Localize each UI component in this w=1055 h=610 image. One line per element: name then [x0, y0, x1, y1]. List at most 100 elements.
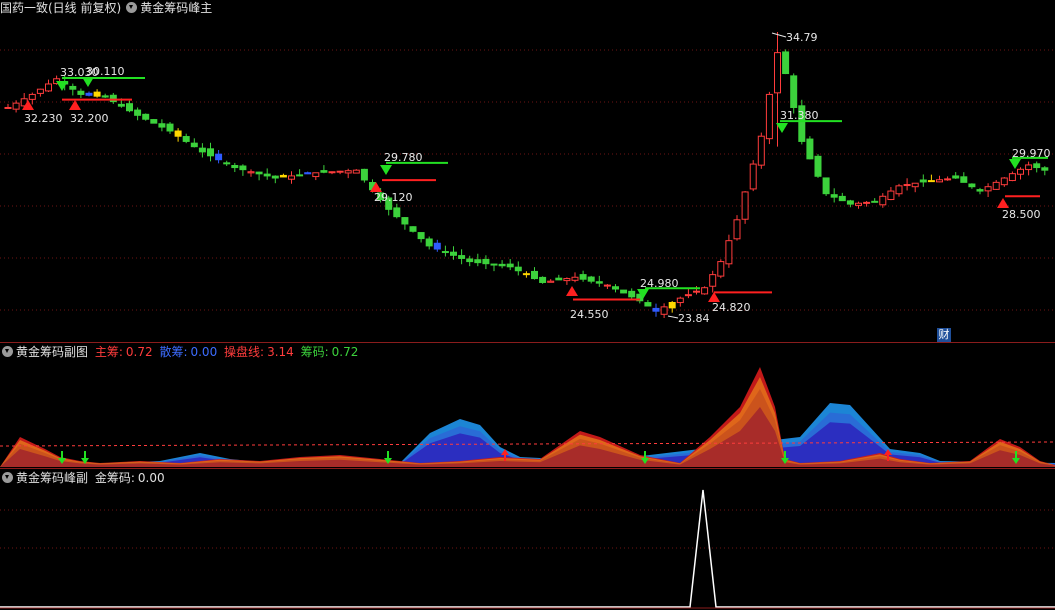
price-label: 23.84	[678, 312, 710, 325]
price-label: 31.380	[780, 109, 819, 122]
candle-body	[774, 52, 781, 94]
panel-divider-1	[0, 342, 1055, 343]
candle-body	[231, 164, 239, 169]
candle-body	[725, 240, 733, 265]
sub1-indicator-name[interactable]: 黄金筹码副图	[16, 345, 88, 359]
candle-body	[279, 174, 287, 178]
candle-body	[855, 202, 862, 206]
candle-body	[425, 238, 433, 247]
candle-body	[360, 168, 368, 181]
candle-body	[239, 165, 247, 171]
candle-body	[701, 287, 709, 295]
chart-canvas[interactable]: 32.230 32.20033.03030.11029.78029.12034.7…	[0, 0, 1055, 610]
candle-body	[871, 200, 879, 203]
candle-body	[247, 171, 255, 174]
candle-body	[69, 85, 77, 90]
legend-chip-label: 筹码:	[300, 345, 329, 359]
price-label: 28.500	[1002, 208, 1041, 221]
candle-body	[952, 175, 960, 179]
candle-body	[336, 170, 344, 173]
candle-body	[936, 179, 943, 183]
candle-body	[174, 130, 182, 137]
candle-body	[134, 109, 142, 116]
financial-report-badge[interactable]: 财	[937, 328, 951, 342]
candle-body	[968, 183, 976, 188]
candle-body	[344, 170, 352, 174]
candle-body	[579, 274, 587, 280]
candle-body	[271, 175, 279, 179]
candle-body	[887, 190, 895, 201]
candle-body	[757, 135, 765, 166]
sub1-toggle-icon[interactable]	[2, 346, 13, 357]
candle-body	[693, 290, 700, 293]
max-price-leader	[771, 32, 787, 38]
panel-divider-2	[0, 468, 1055, 469]
candle-body	[409, 226, 417, 232]
candle-body	[717, 261, 725, 277]
price-label: 24.980	[640, 277, 679, 290]
sub2-indicator-name[interactable]: 黄金筹码峰副	[16, 471, 88, 485]
buy-signal-icon	[566, 286, 578, 296]
candle-body	[417, 232, 425, 240]
candle-body	[571, 276, 579, 281]
candle-body	[166, 123, 174, 132]
candle-body	[441, 251, 449, 254]
candle-body	[709, 274, 717, 287]
candle-body	[4, 106, 12, 109]
candle-body	[660, 306, 668, 315]
price-label: 32.230	[24, 112, 63, 125]
sub2-toggle-icon[interactable]	[2, 472, 13, 483]
candle-body	[150, 119, 158, 124]
candle-body	[563, 278, 571, 282]
candle-body	[676, 297, 684, 304]
candle-body	[749, 163, 757, 190]
candle-body	[433, 242, 441, 250]
candle-body	[117, 103, 125, 107]
sub-chart-1-header: 黄金筹码副图 主筹: 0.72 散筹: 0.00 操盘线: 3.14 筹码: 0.72	[0, 344, 361, 360]
candle-body	[992, 181, 1000, 190]
min-price-leader	[667, 315, 679, 319]
candle-body	[304, 172, 312, 175]
operation-line	[0, 441, 1055, 447]
legend-gold-chip-value: 0.00	[137, 471, 165, 485]
candle-body	[158, 123, 166, 128]
candle-body	[393, 207, 401, 218]
buy-signal-icon	[997, 198, 1009, 208]
legend-chip-value: 0.72	[331, 345, 359, 359]
candle-body	[960, 176, 968, 183]
candlestick-series[interactable]	[4, 32, 1049, 318]
sell-signal-icon	[380, 165, 392, 175]
main-indicator-toggle-icon[interactable]	[126, 2, 138, 13]
price-label: 29.970	[1012, 147, 1051, 160]
candle-body	[126, 103, 133, 112]
candle-body	[85, 92, 93, 96]
candle-body	[328, 171, 336, 174]
sub-chart-1-area	[0, 367, 1055, 467]
candle-body	[895, 185, 903, 195]
candle-body	[603, 284, 611, 287]
main-indicator-name[interactable]: 黄金筹码峰主	[140, 1, 212, 15]
candle-body	[522, 273, 530, 276]
candle-body	[45, 83, 52, 92]
candle-body	[190, 142, 198, 148]
candle-body	[976, 189, 984, 192]
candle-body	[466, 258, 474, 263]
price-label: 29.780	[384, 151, 423, 164]
stock-label[interactable]: 国药一致(日线 前复权)	[0, 1, 121, 15]
price-labels: 32.230 32.20033.03030.11029.78029.12034.7…	[24, 31, 1051, 325]
candle-body	[1041, 167, 1049, 171]
candle-body	[814, 155, 822, 177]
candle-body	[514, 266, 522, 272]
legend-gold-chip-label: 金筹码:	[94, 471, 135, 485]
candle-body	[474, 259, 482, 264]
candle-body	[1017, 168, 1024, 175]
candle-body	[782, 51, 790, 75]
candle-body	[482, 258, 490, 265]
sell-signal-icon	[56, 81, 68, 91]
candle-body	[296, 174, 304, 177]
candle-body	[320, 170, 328, 173]
candle-body	[255, 171, 263, 175]
price-label: 34.79	[786, 31, 818, 44]
candle-body	[450, 251, 457, 256]
candle-body	[312, 172, 320, 178]
